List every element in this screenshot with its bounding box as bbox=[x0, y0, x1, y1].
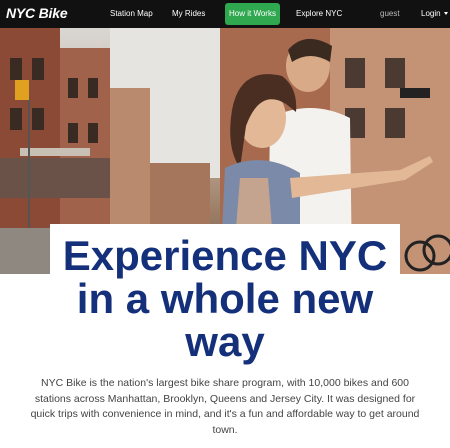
brand-logo[interactable]: NYC Bike bbox=[6, 5, 68, 21]
caret-down-icon bbox=[443, 12, 448, 16]
hero-description: NYC Bike is the nation's largest bike sh… bbox=[30, 377, 420, 436]
nav-how-it-works[interactable]: How it Works bbox=[225, 3, 280, 25]
login-dropdown[interactable]: Login bbox=[421, 0, 448, 28]
user-name: guest bbox=[380, 9, 400, 18]
login-label: Login bbox=[421, 9, 441, 18]
nav-my-rides[interactable]: My Rides bbox=[172, 0, 205, 28]
hero-headline: Experience NYC in a whole new way bbox=[62, 232, 388, 365]
top-navbar: NYC Bike Station Map My Rides How it Wor… bbox=[0, 0, 450, 28]
nav-explore-nyc[interactable]: Explore NYC bbox=[296, 0, 342, 28]
nav-station-map[interactable]: Station Map bbox=[110, 0, 153, 28]
